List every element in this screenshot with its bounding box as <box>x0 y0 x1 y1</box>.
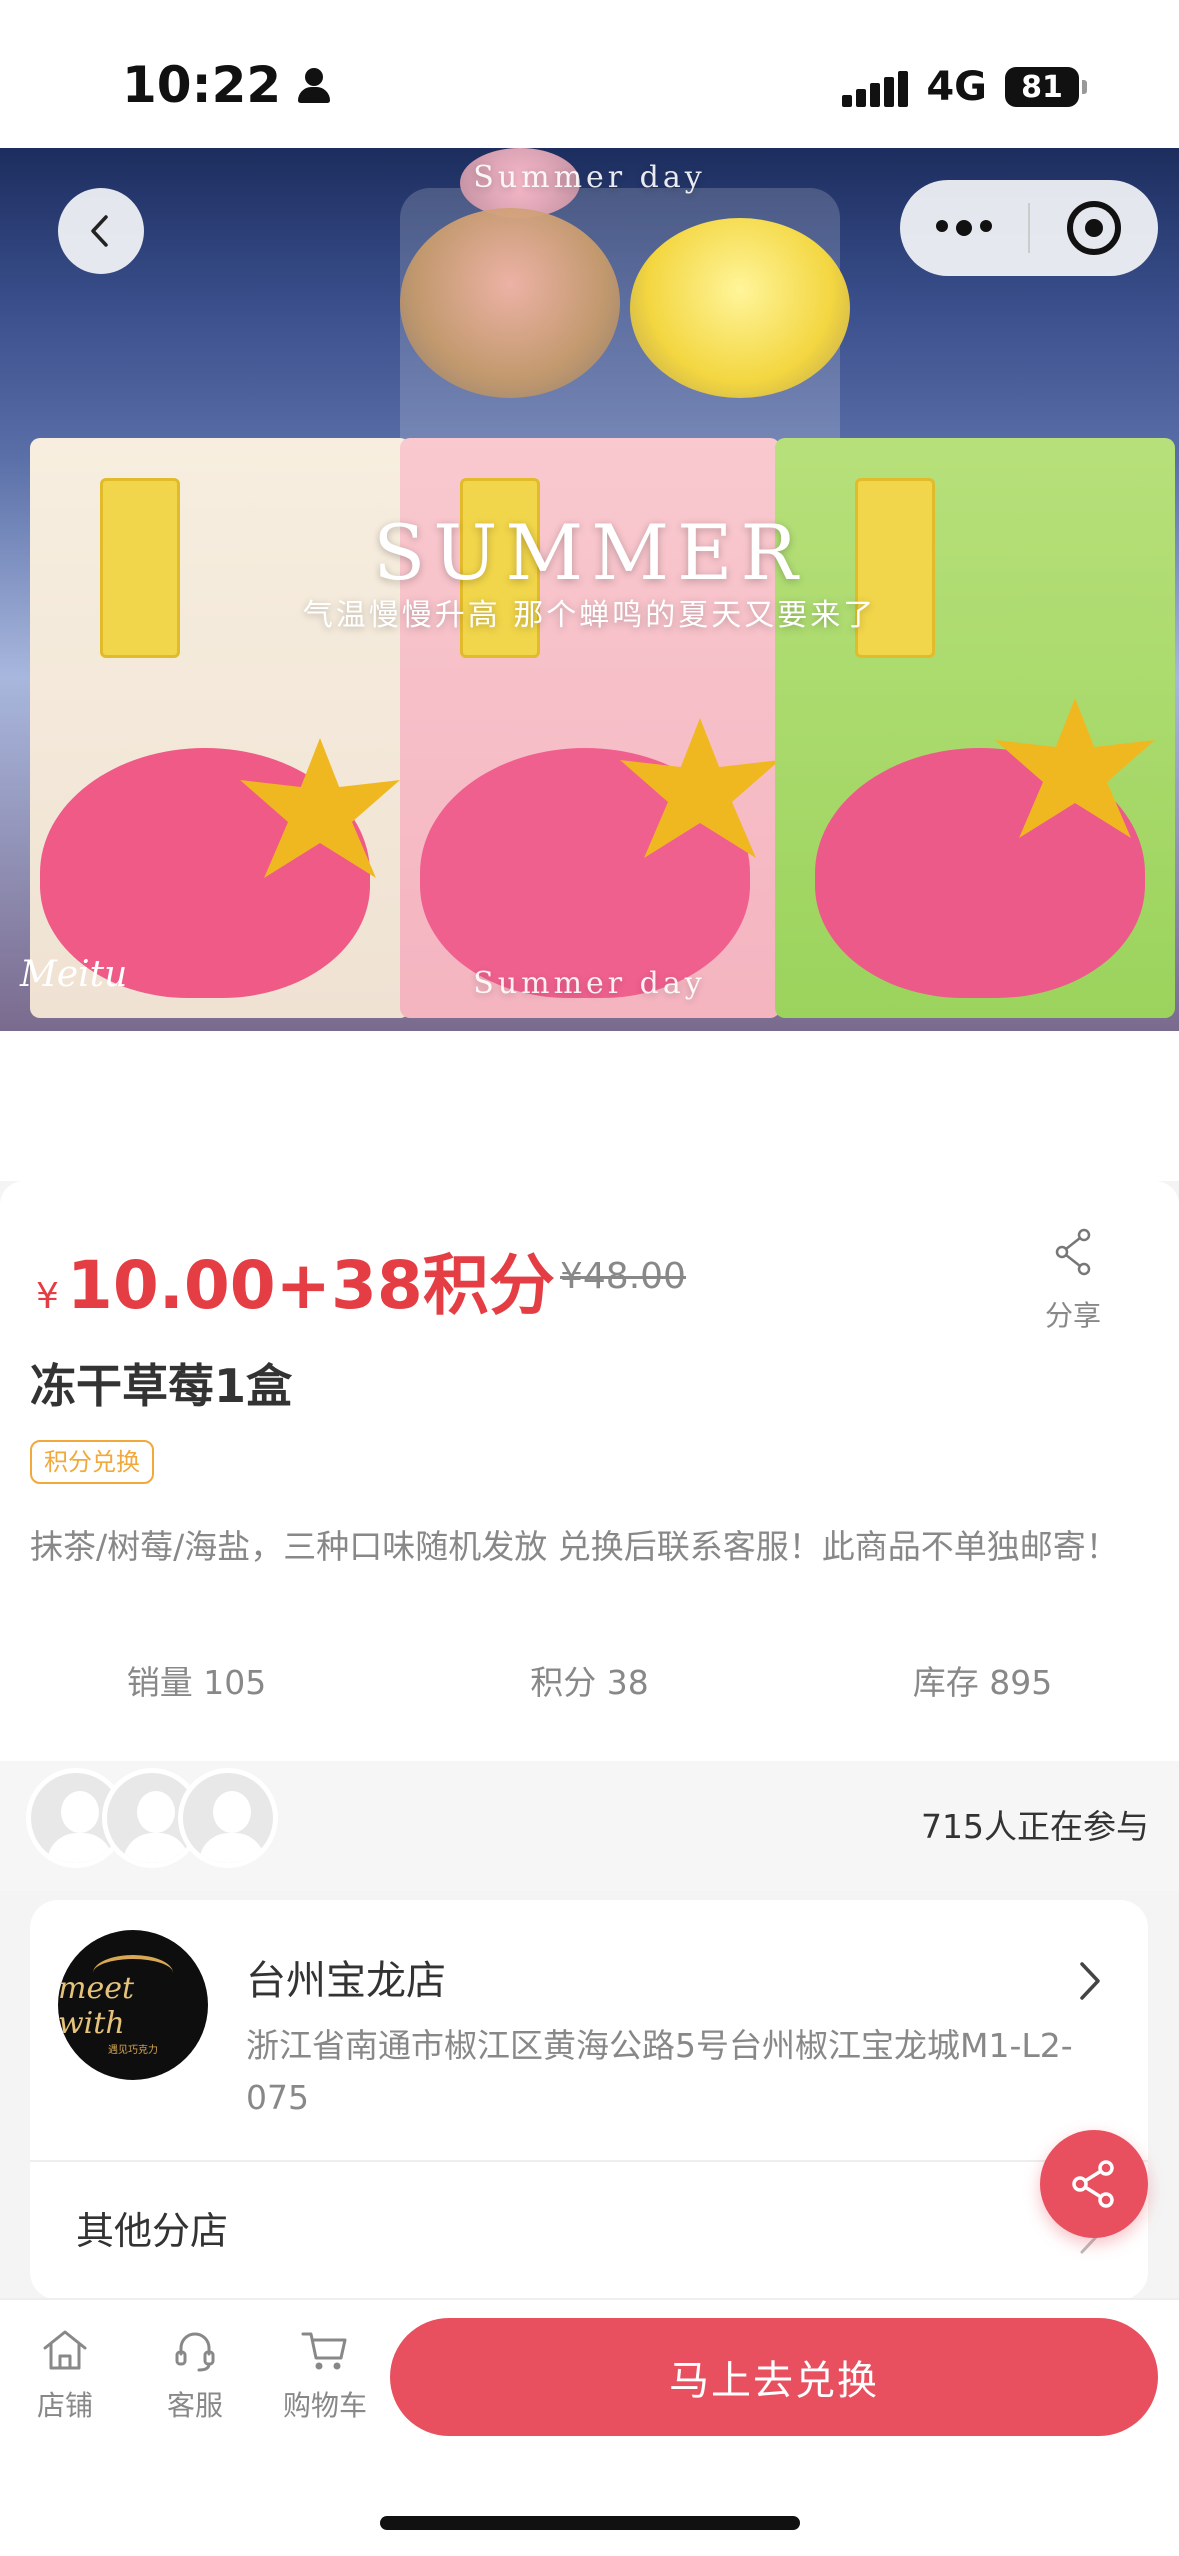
chevron-right-icon[interactable] <box>1070 1956 1110 2006</box>
cart-tab[interactable]: 购物车 <box>270 2324 380 2424</box>
battery-icon: 81 <box>1005 67 1087 107</box>
home-icon <box>43 2330 87 2370</box>
price-value: 10.00+38积分 <box>66 1247 555 1324</box>
close-button[interactable] <box>1030 201 1158 255</box>
store-logo: meet with 遇见巧克力 <box>58 1930 208 2080</box>
image-spacer <box>0 1031 1179 1181</box>
status-time: 10:22 <box>122 56 333 114</box>
product-image[interactable]: Summer day SUMMER 气温慢慢升高 那个蝉鸣的夏天又要来了 Sum… <box>0 148 1179 1031</box>
hero-title: SUMMER <box>373 508 806 597</box>
redeem-now-button[interactable]: 马上去兑换 <box>390 2318 1158 2436</box>
product-title: 冻干草莓1盒 <box>30 1359 293 1413</box>
bowl-decoration <box>630 218 850 398</box>
hero-subtitle: 气温慢慢升高 那个蝉鸣的夏天又要来了 <box>302 598 877 633</box>
network-label: 4G <box>926 64 987 110</box>
other-branches[interactable]: 其他分店 <box>76 2200 228 2255</box>
store-address: 浙江省南通市椒江区黄海公路5号台州椒江宝龙城M1-L2-075 <box>246 2026 1073 2117</box>
signal-icon <box>842 67 909 107</box>
original-price: ¥48.00 <box>560 1256 686 1297</box>
sales-count: 销量 105 <box>126 1663 267 1702</box>
price-symbol: ¥ <box>36 1276 59 1317</box>
points-count: 积分 38 <box>530 1663 649 1702</box>
status-indicators: 4G 81 <box>842 64 1087 110</box>
watermark-bottom: Summer day <box>473 966 706 1001</box>
shop-tab[interactable]: 店铺 <box>10 2324 120 2424</box>
back-button[interactable] <box>58 188 144 274</box>
product-stats: 销量 105 积分 38 库存 895 <box>0 1656 1179 1704</box>
service-label: 客服 <box>166 2389 223 2422</box>
headset-icon <box>175 2332 215 2372</box>
share-label: 分享 <box>1044 1299 1101 1332</box>
chevron-left-icon <box>91 215 108 247</box>
stock-count: 库存 895 <box>912 1663 1053 1702</box>
mini-program-capsule <box>900 180 1158 276</box>
battery-level: 81 <box>1021 69 1063 105</box>
cart-icon <box>301 2332 347 2370</box>
person-icon <box>295 66 333 104</box>
meitu-watermark: Meitu <box>20 954 128 995</box>
points-exchange-tag: 积分兑换 <box>30 1440 154 1484</box>
share-icon <box>1072 2160 1114 2208</box>
store-name[interactable]: 台州宝龙店 <box>246 1948 446 2006</box>
bowl-decoration <box>400 208 620 398</box>
avatar <box>178 1768 278 1868</box>
status-bar: 10:22 4G 81 <box>0 0 1179 148</box>
home-indicator <box>380 2516 800 2530</box>
participating-count: 715人正在参与 <box>921 1807 1149 1846</box>
divider <box>30 2160 1148 2162</box>
price: ¥ 10.00+38积分 <box>36 1232 555 1328</box>
share-icon <box>1055 1228 1091 1276</box>
logo-word: meet with <box>58 1970 135 2041</box>
logo-cn: 遇见巧克力 <box>108 2044 158 2056</box>
target-icon <box>1067 201 1121 255</box>
more-menu-button[interactable] <box>900 220 1028 236</box>
share-button[interactable]: 分享 <box>1028 1226 1118 1334</box>
product-description: 抹茶/树莓/海盐，三种口味随机发放 兑换后联系客服！此商品不单独邮寄！ <box>30 1527 1119 1566</box>
service-tab[interactable]: 客服 <box>140 2324 250 2424</box>
floating-share-button[interactable] <box>1040 2130 1148 2238</box>
time-text: 10:22 <box>122 56 282 114</box>
cart-label: 购物车 <box>282 2389 367 2422</box>
shop-label: 店铺 <box>36 2389 93 2422</box>
